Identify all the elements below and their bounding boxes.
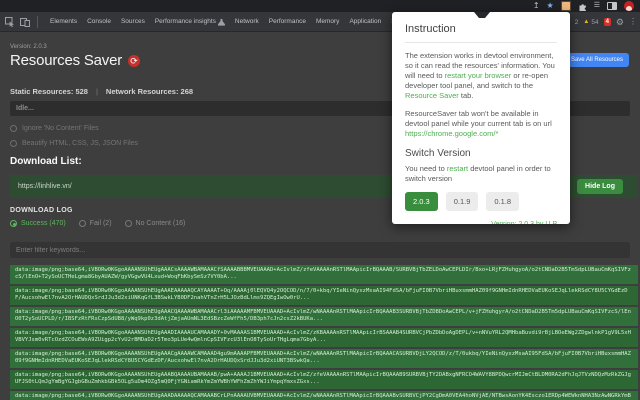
radio-fail[interactable]: Fail (2) — [78, 220, 112, 227]
download-url: https://linhlive.vn/ — [18, 183, 72, 190]
popup-paragraph-3: You need to restart devtool panel in ord… — [405, 164, 551, 183]
popup-paragraph-1: The extension works in devtool environme… — [405, 51, 555, 100]
version-buttons: 2.0.3 0.1.9 0.1.8 — [405, 192, 557, 211]
sidebar-icon[interactable] — [607, 2, 617, 10]
checkbox-beautify-files[interactable]: Beautify HTML, CSS, JS, JSON Files — [10, 140, 138, 147]
warnings-indicator[interactable]: ▲ 54 — [583, 19, 598, 26]
radio-no-content[interactable]: No Content (16) — [124, 220, 185, 227]
inspect-element-icon[interactable] — [5, 16, 15, 27]
log-row: data:image/png;base64,iVBORw0KGgoAAAANSU… — [10, 328, 638, 347]
version-button-0-1-9[interactable]: 0.1.9 — [445, 192, 479, 211]
browser-toolbar-icons: ↥ ★ ☰ — [533, 0, 634, 12]
log-row: data:image/png;base64,iVBORw0KGgoAAAANSU… — [10, 286, 638, 305]
version-button-2-0-3[interactable]: 2.0.3 — [405, 192, 438, 211]
log-row: data:image/png;base64,iVBORw0KGgoAAAANSU… — [10, 307, 638, 326]
switch-version-heading: Switch Version — [405, 148, 471, 159]
tab-network[interactable]: Network — [230, 12, 264, 31]
tab-console[interactable]: Console — [82, 12, 116, 31]
checkbox-circle-icon — [10, 125, 17, 132]
extensions-puzzle-icon[interactable] — [578, 2, 587, 11]
checkbox-circle-icon — [10, 140, 17, 147]
page-title: Resources Saver — [10, 52, 123, 69]
bookmark-star-icon[interactable]: ★ — [547, 2, 554, 10]
settings-gear-icon[interactable]: ⚙ — [616, 17, 624, 27]
tab-sources[interactable]: Sources — [116, 12, 150, 31]
restart-browser-link[interactable]: restart your browser — [445, 71, 512, 80]
refresh-icon[interactable]: ⟳ — [128, 54, 141, 67]
log-filter-radios: Success (470) Fail (2) No Content (16) — [10, 220, 185, 227]
more-options-icon[interactable]: ⋮ — [629, 18, 637, 26]
log-row: data:image/png;base64,iVBORw0KGgoAAAANSU… — [10, 370, 638, 389]
checkbox-ignore-no-content[interactable]: Ignore 'No Content' Files — [10, 125, 99, 132]
errors-badge[interactable]: 4 — [603, 18, 611, 26]
radio-success[interactable]: Success (470) — [10, 220, 66, 227]
resource-stats: Static Resources: 528 | Network Resource… — [10, 87, 193, 96]
popup-title: Instruction — [405, 23, 456, 35]
popup-footer-version: Version: 2.0.3 by U.P — [405, 221, 557, 224]
network-resources-count: Network Resources: 268 — [105, 87, 194, 96]
resource-saver-link[interactable]: Resource Saver — [405, 91, 459, 100]
download-log-heading: DOWNLOAD LOG — [10, 207, 73, 214]
popup-anchor-notch — [474, 12, 490, 18]
download-list-heading: Download List: — [10, 156, 82, 167]
checkbox-label: Ignore 'No Content' Files — [22, 125, 99, 132]
chrome-store-url-link[interactable]: https://chrome.google.com/* — [405, 129, 498, 138]
menu-lines-icon[interactable]: ☰ — [594, 2, 600, 10]
device-toolbar-icon[interactable] — [20, 17, 30, 27]
popup-divider — [405, 42, 557, 43]
static-resources-count: Static Resources: 528 — [10, 87, 88, 96]
experiment-flask-icon — [217, 18, 225, 26]
log-row: data:image/png;base64,iVBORw0KGgoAAAANSU… — [10, 349, 638, 368]
hide-log-button[interactable]: Hide Log — [577, 179, 623, 194]
warning-triangle-icon: ▲ — [583, 19, 590, 25]
tab-performance[interactable]: Performance — [264, 12, 311, 31]
radio-icon — [124, 220, 132, 227]
radio-icon — [78, 220, 86, 227]
tab-performance-insights[interactable]: Performance insights — [150, 12, 230, 31]
radio-icon — [10, 220, 17, 227]
popup-paragraph-2: ResourceSaver tab won't be available in … — [405, 109, 552, 138]
tab-memory[interactable]: Memory — [311, 12, 344, 31]
checkbox-label: Beautify HTML, CSS, JS, JSON Files — [22, 140, 138, 147]
browser-chrome-bar: ↥ ★ ☰ — [0, 0, 640, 12]
tab-application[interactable]: Application — [344, 12, 386, 31]
version-button-0-1-8[interactable]: 0.1.8 — [486, 192, 520, 211]
toolbar-divider — [37, 15, 38, 28]
stats-divider: | — [95, 87, 98, 96]
console-message-count[interactable]: 2 — [575, 19, 579, 26]
restart-link[interactable]: restart — [447, 164, 468, 173]
tab-elements[interactable]: Elements — [45, 12, 82, 31]
log-row: data:image/png;base64,iVBORw0KGgoAAAANSU… — [10, 391, 638, 400]
share-icon[interactable]: ↥ — [533, 2, 540, 10]
download-log-list: data:image/png;base64,iVBORw0KGgoAAAANSU… — [10, 265, 638, 400]
log-row: data:image/png;base64,iVBORw0KGgoAAAANSU… — [10, 265, 638, 284]
save-all-resources-button[interactable]: Save All Resources — [564, 53, 629, 67]
filter-keywords-input[interactable] — [10, 242, 630, 258]
profile-avatar[interactable] — [624, 1, 634, 11]
resource-saver-extension-icon[interactable] — [560, 1, 571, 11]
version-label: Version: 2.0.3 — [10, 44, 47, 50]
instruction-popup: Instruction The extension works in devto… — [392, 12, 570, 224]
